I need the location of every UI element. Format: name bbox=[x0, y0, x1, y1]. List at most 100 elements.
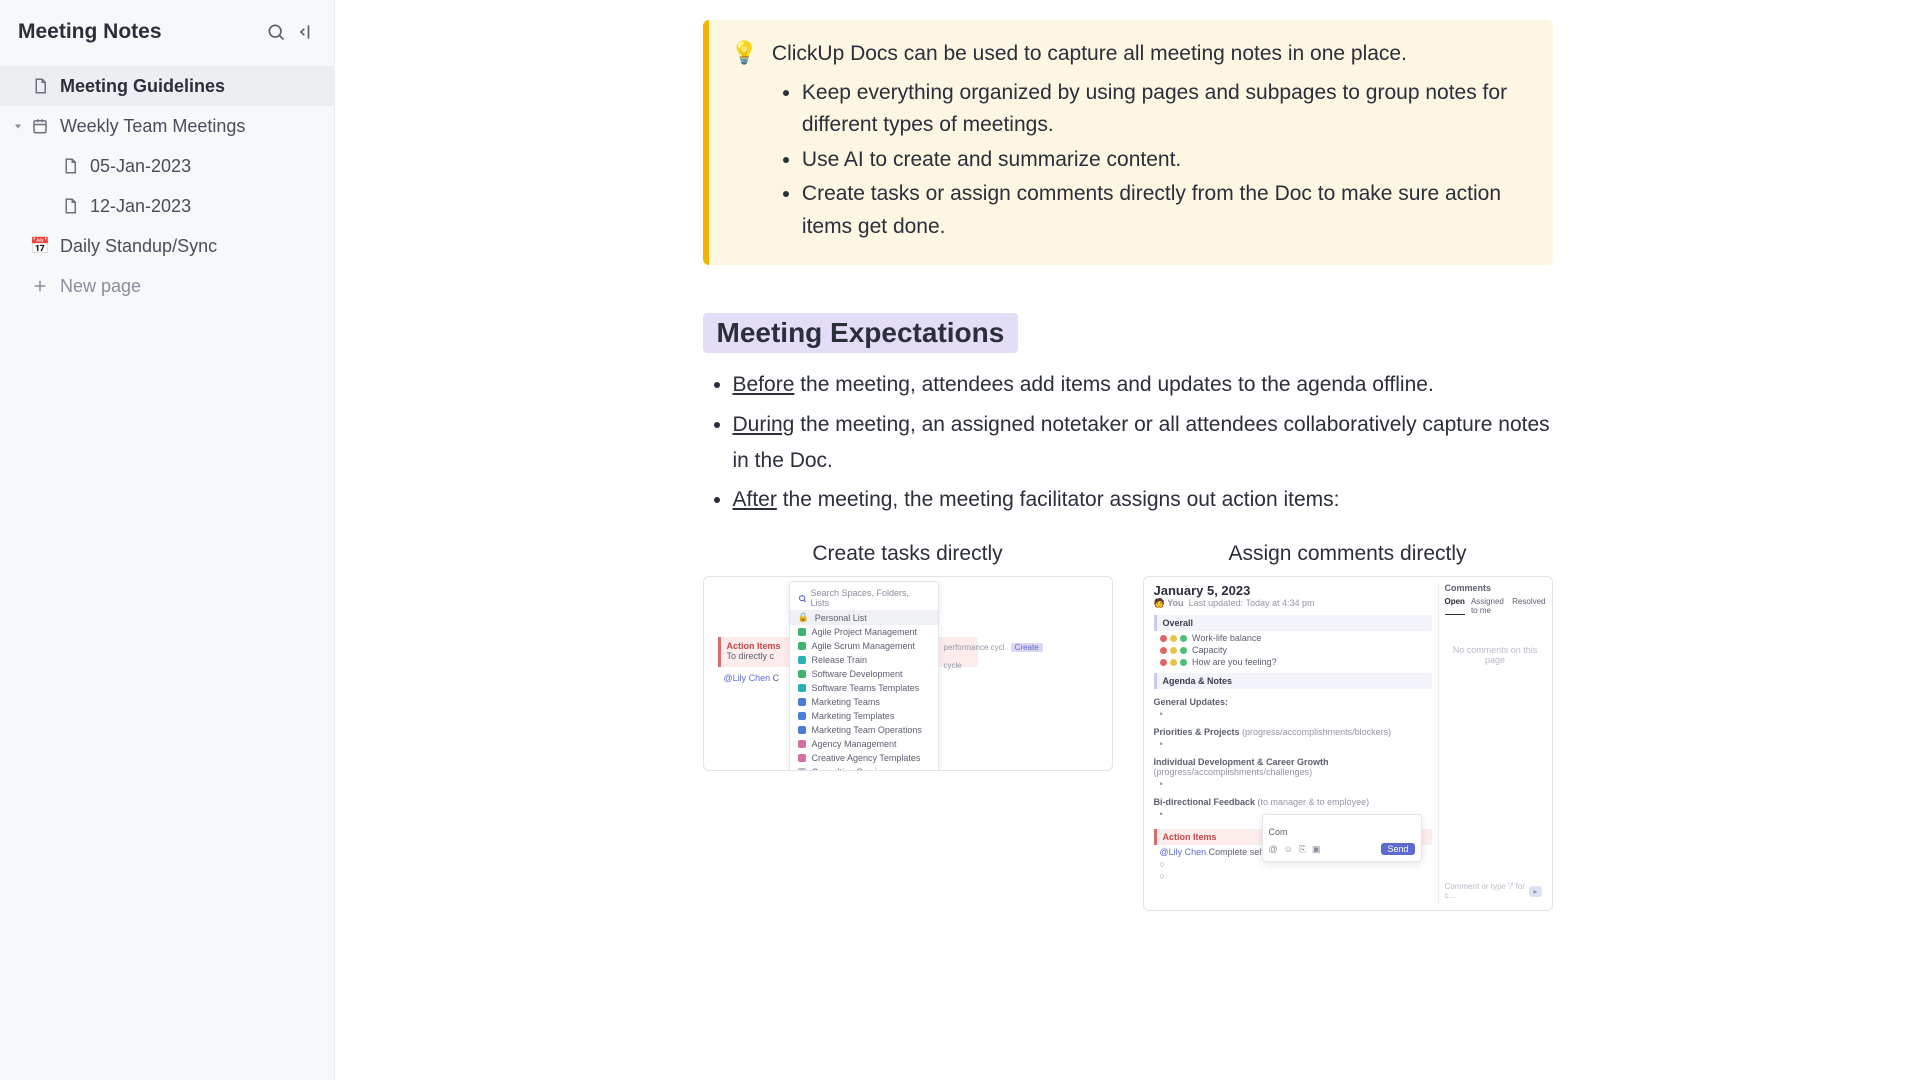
tab-assigned: Assigned to me bbox=[1471, 597, 1506, 615]
page-label: Daily Standup/Sync bbox=[60, 236, 217, 257]
growth-ann: (progress/accomplishments/challenges) bbox=[1154, 767, 1313, 777]
collapse-sidebar-icon[interactable] bbox=[296, 22, 316, 42]
overall-row-label: Capacity bbox=[1192, 645, 1227, 655]
app-root: Meeting Notes bbox=[0, 0, 1920, 1080]
page-label: Meeting Guidelines bbox=[60, 76, 225, 97]
page-12-jan-2023[interactable]: 12-Jan-2023 bbox=[0, 186, 334, 226]
menu-item-label: Agile Project Management bbox=[812, 627, 918, 637]
doc-icon bbox=[30, 76, 50, 96]
page-label: 05-Jan-2023 bbox=[90, 156, 191, 177]
doc-body: 💡 ClickUp Docs can be used to capture al… bbox=[703, 20, 1553, 911]
comments-panel: Comments Open Assigned to me Resolved No… bbox=[1438, 583, 1546, 904]
menu-item: Software Development bbox=[790, 667, 938, 681]
new-page-button[interactable]: New page bbox=[0, 266, 334, 306]
sidebar-header-icons bbox=[266, 22, 316, 42]
create-chip: Create bbox=[1011, 643, 1043, 652]
page-05-jan-2023[interactable]: 05-Jan-2023 bbox=[0, 146, 334, 186]
mock-doc-byline: 🧑 You Last updated: Today at 4:34 pm bbox=[1154, 598, 1432, 609]
expectations-list: Before the meeting, attendees add items … bbox=[703, 367, 1553, 518]
comment-popover: Com @ ☺ ⎘ ▣ Send bbox=[1262, 814, 1422, 862]
page-daily-standup[interactable]: 📅 Daily Standup/Sync bbox=[0, 226, 334, 266]
caret-down-icon[interactable] bbox=[12, 116, 24, 137]
menu-item-label: Software Development bbox=[812, 669, 903, 679]
feedback-heading: Bi-directional Feedback (to manager & to… bbox=[1154, 797, 1432, 807]
screenshot-assign-comments: January 5, 2023 🧑 You Last updated: Toda… bbox=[1143, 576, 1553, 911]
comment-toolbar: @ ☺ ⎘ ▣ Send bbox=[1269, 843, 1415, 855]
send-button: Send bbox=[1381, 843, 1414, 855]
mock-doc-title: January 5, 2023 bbox=[1154, 583, 1432, 598]
emoji-icon: ☺ bbox=[1284, 844, 1293, 854]
expectation-rest: the meeting, an assigned notetaker or al… bbox=[733, 413, 1550, 472]
overall-row: How are you feeling? bbox=[1160, 657, 1432, 667]
growth-label: Individual Development & Career Growth bbox=[1154, 757, 1329, 767]
expectation-lead: During bbox=[733, 413, 795, 436]
menu-item-label: Personal List bbox=[815, 613, 867, 623]
pane-assign-comments: Assign comments directly January 5, 2023… bbox=[1143, 542, 1553, 911]
byline-when: Last updated: Today at 4:34 pm bbox=[1189, 598, 1315, 608]
menu-item: Agile Project Management bbox=[790, 625, 938, 639]
menu-item-label: Marketing Team Operations bbox=[812, 725, 922, 735]
sidebar-header: Meeting Notes bbox=[0, 20, 334, 62]
doc-content: 💡 ClickUp Docs can be used to capture al… bbox=[335, 0, 1920, 1080]
bg-text: cycle bbox=[944, 661, 962, 670]
action-items-title: Action Items bbox=[727, 641, 781, 651]
priorities-ann: (progress/accomplishments/blockers) bbox=[1240, 727, 1392, 737]
tab-resolved: Resolved bbox=[1512, 597, 1545, 615]
page-meeting-guidelines[interactable]: Meeting Guidelines bbox=[0, 66, 334, 106]
new-page-label: New page bbox=[60, 276, 141, 297]
priorities-heading: Priorities & Projects (progress/accompli… bbox=[1154, 727, 1432, 737]
pane-title: Create tasks directly bbox=[812, 542, 1002, 566]
menu-item: Marketing Team Operations bbox=[790, 723, 938, 737]
menu-item-label: Marketing Teams bbox=[812, 697, 880, 707]
plus-icon bbox=[30, 276, 50, 296]
lock-icon: 🔒 bbox=[798, 612, 809, 623]
section-heading-wrap: Meeting Expectations bbox=[703, 313, 1553, 353]
menu-search: Search Spaces, Folders, Lists bbox=[790, 586, 938, 610]
overall-row: Work-life balance bbox=[1160, 633, 1432, 643]
menu-item-label: Marketing Templates bbox=[812, 711, 895, 721]
overall-block: Overall bbox=[1154, 615, 1432, 631]
callout-bullet: Create tasks or assign comments directly… bbox=[802, 178, 1527, 243]
menu-item: Marketing Templates bbox=[790, 709, 938, 723]
doc-title: Meeting Notes bbox=[18, 20, 162, 44]
task-icon: ▣ bbox=[1312, 844, 1321, 855]
comments-empty: No comments on this page bbox=[1445, 645, 1546, 665]
sidebar: Meeting Notes bbox=[0, 0, 335, 1080]
tab-open: Open bbox=[1445, 597, 1465, 615]
expectation-rest: the meeting, the meeting facilitator ass… bbox=[777, 488, 1340, 511]
calendar-emoji-icon: 📅 bbox=[30, 236, 50, 256]
menu-item-label: Agency Management bbox=[812, 739, 897, 749]
space-picker-menu: Search Spaces, Folders, Lists 🔒 Personal… bbox=[789, 581, 939, 771]
pane-title: Assign comments directly bbox=[1228, 542, 1466, 566]
menu-item: Agency Management bbox=[790, 737, 938, 751]
menu-item: Creative Agency Templates bbox=[790, 751, 938, 765]
comments-cta-text: Comment or type '/' for c… bbox=[1445, 882, 1526, 900]
menu-item: Software Teams Templates bbox=[790, 681, 938, 695]
attach-icon: ⎘ bbox=[1299, 844, 1306, 855]
menu-item-label: Software Teams Templates bbox=[812, 683, 920, 693]
doc-icon bbox=[60, 196, 80, 216]
menu-item: Release Train bbox=[790, 653, 938, 667]
search-icon[interactable] bbox=[266, 22, 286, 42]
comments-title: Comments bbox=[1445, 583, 1546, 593]
callout-lead: ClickUp Docs can be used to capture all … bbox=[772, 38, 1527, 71]
comment-input: Com bbox=[1269, 821, 1415, 843]
callout-list: Keep everything organized by using pages… bbox=[772, 77, 1527, 244]
byline-who: You bbox=[1167, 598, 1183, 608]
comments-cta: Comment or type '/' for c… ▸ bbox=[1445, 882, 1542, 900]
feedback-ann: (to manager & to employee) bbox=[1255, 797, 1369, 807]
page-weekly-team-meetings[interactable]: Weekly Team Meetings bbox=[0, 106, 334, 146]
expectation-item: Before the meeting, attendees add items … bbox=[733, 367, 1553, 403]
page-label: Weekly Team Meetings bbox=[60, 116, 245, 137]
menu-item-label: Consulting Services bbox=[812, 767, 892, 771]
callout-body: ClickUp Docs can be used to capture all … bbox=[772, 38, 1527, 245]
at-icon: @ bbox=[1269, 844, 1278, 854]
action-items-sub: To directly c bbox=[727, 651, 775, 661]
general-updates: General Updates: bbox=[1154, 697, 1432, 707]
growth-heading: Individual Development & Career Growth (… bbox=[1154, 757, 1432, 777]
pane-create-tasks: Create tasks directly Action Items To di… bbox=[703, 542, 1113, 911]
mention: @Lily Chen bbox=[1160, 847, 1207, 857]
expectation-lead: Before bbox=[733, 373, 795, 396]
menu-search-placeholder: Search Spaces, Folders, Lists bbox=[810, 588, 929, 608]
expectation-item: After the meeting, the meeting facilitat… bbox=[733, 482, 1553, 518]
